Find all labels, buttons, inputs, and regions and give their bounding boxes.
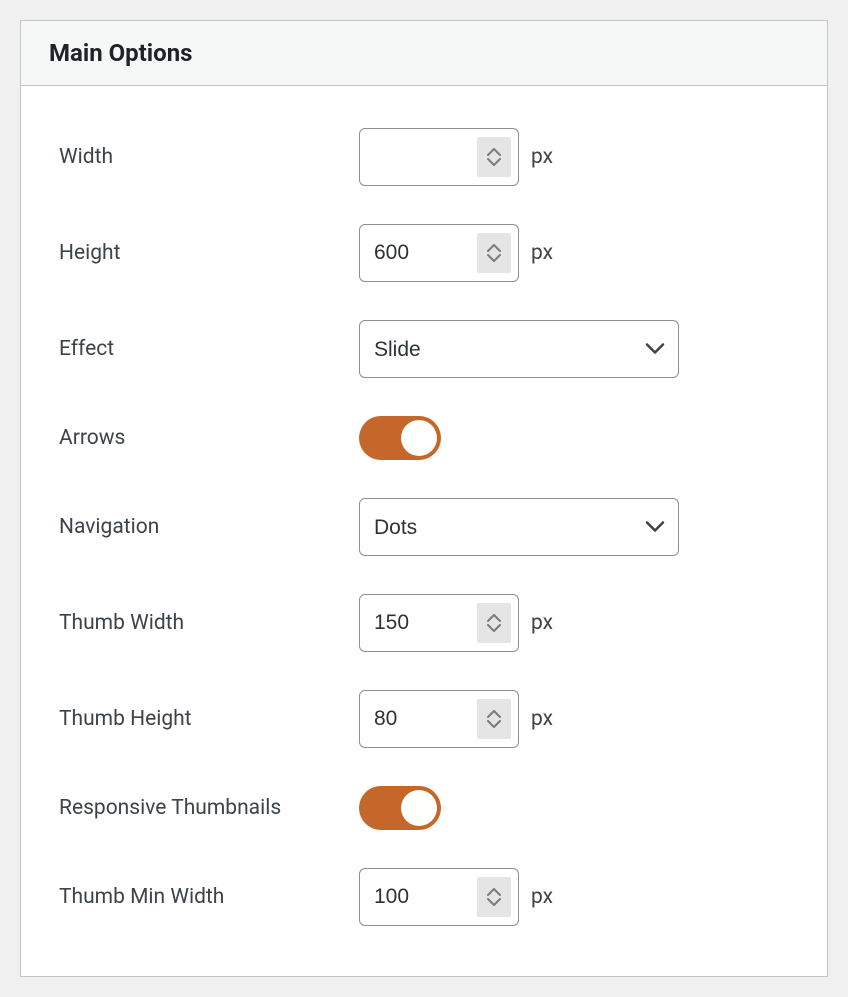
height-label: Height [59, 239, 359, 267]
thumb-height-unit: px [531, 707, 553, 731]
effect-select-wrap: Slide [359, 320, 679, 378]
field-row-responsive-thumbs: Responsive Thumbnails [59, 786, 789, 830]
effect-control: Slide [359, 320, 679, 378]
effect-select[interactable]: Slide [359, 320, 679, 378]
panel-body: Width px Height [21, 86, 827, 976]
width-unit: px [531, 145, 553, 169]
toggle-knob [401, 420, 437, 456]
navigation-select[interactable]: Dots [359, 498, 679, 556]
height-control: px [359, 224, 553, 282]
field-row-arrows: Arrows [59, 416, 789, 460]
chevron-down-icon [487, 254, 501, 262]
width-input-wrap [359, 128, 519, 186]
width-label: Width [59, 143, 359, 171]
chevron-up-icon [487, 148, 501, 156]
thumb-min-width-unit: px [531, 885, 553, 909]
chevron-up-icon [487, 244, 501, 252]
chevron-down-icon [487, 158, 501, 166]
chevron-up-icon [487, 710, 501, 718]
chevron-down-icon [487, 898, 501, 906]
thumb-width-unit: px [531, 611, 553, 635]
thumb-height-stepper[interactable] [477, 699, 511, 739]
field-row-thumb-height: Thumb Height px [59, 690, 789, 748]
field-row-navigation: Navigation Dots [59, 498, 789, 556]
main-options-panel: Main Options Width px Height [20, 20, 828, 977]
chevron-up-icon [487, 888, 501, 896]
thumb-width-stepper[interactable] [477, 603, 511, 643]
width-stepper[interactable] [477, 137, 511, 177]
panel-header: Main Options [21, 21, 827, 86]
arrows-control [359, 416, 441, 460]
arrows-label: Arrows [59, 424, 359, 452]
height-stepper[interactable] [477, 233, 511, 273]
thumb-width-input-wrap [359, 594, 519, 652]
thumb-height-label: Thumb Height [59, 705, 359, 733]
chevron-up-icon [487, 614, 501, 622]
height-unit: px [531, 241, 553, 265]
field-row-width: Width px [59, 128, 789, 186]
arrows-toggle[interactable] [359, 416, 441, 460]
responsive-thumbs-toggle[interactable] [359, 786, 441, 830]
toggle-knob [401, 790, 437, 826]
thumb-min-width-control: px [359, 868, 553, 926]
effect-label: Effect [59, 335, 359, 363]
chevron-down-icon [487, 624, 501, 632]
thumb-min-width-label: Thumb Min Width [59, 883, 359, 911]
chevron-down-icon [487, 720, 501, 728]
height-input-wrap [359, 224, 519, 282]
field-row-effect: Effect Slide [59, 320, 789, 378]
thumb-height-input-wrap [359, 690, 519, 748]
responsive-thumbs-label: Responsive Thumbnails [59, 794, 359, 822]
thumb-height-control: px [359, 690, 553, 748]
panel-title: Main Options [49, 39, 799, 67]
width-control: px [359, 128, 553, 186]
thumb-width-label: Thumb Width [59, 609, 359, 637]
navigation-control: Dots [359, 498, 679, 556]
field-row-thumb-width: Thumb Width px [59, 594, 789, 652]
thumb-width-control: px [359, 594, 553, 652]
thumb-min-width-input-wrap [359, 868, 519, 926]
thumb-min-width-stepper[interactable] [477, 877, 511, 917]
navigation-select-wrap: Dots [359, 498, 679, 556]
navigation-label: Navigation [59, 513, 359, 541]
responsive-thumbs-control [359, 786, 441, 830]
field-row-thumb-min-width: Thumb Min Width px [59, 868, 789, 926]
field-row-height: Height px [59, 224, 789, 282]
